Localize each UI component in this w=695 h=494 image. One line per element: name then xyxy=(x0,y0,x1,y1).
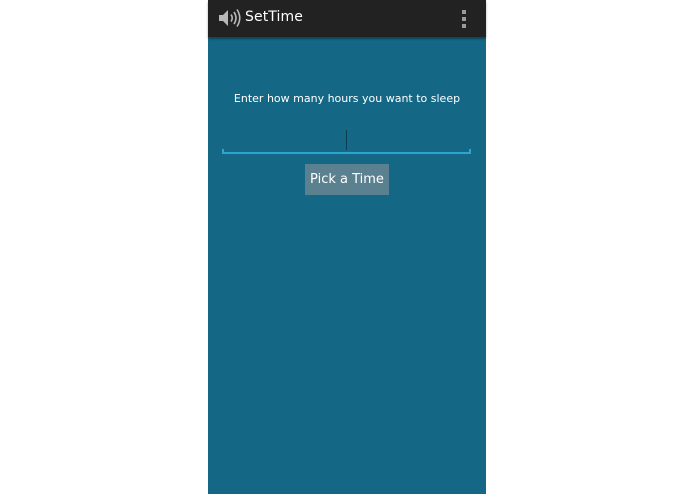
pick-a-time-button[interactable]: Pick a Time xyxy=(305,164,389,195)
overflow-menu-icon[interactable] xyxy=(454,7,474,31)
overflow-dot xyxy=(462,10,466,14)
speaker-volume-icon xyxy=(218,8,242,28)
hours-input-container[interactable] xyxy=(222,126,471,154)
text-cursor xyxy=(346,130,347,150)
overflow-dot xyxy=(462,24,466,28)
app-title: SetTime xyxy=(245,9,303,25)
phone-screen: SetTime Enter how many hours you want to… xyxy=(208,0,486,494)
overflow-dot xyxy=(462,17,466,21)
input-underline xyxy=(222,149,471,154)
action-bar: SetTime xyxy=(208,0,486,37)
sleep-hours-prompt: Enter how many hours you want to sleep xyxy=(233,92,461,105)
